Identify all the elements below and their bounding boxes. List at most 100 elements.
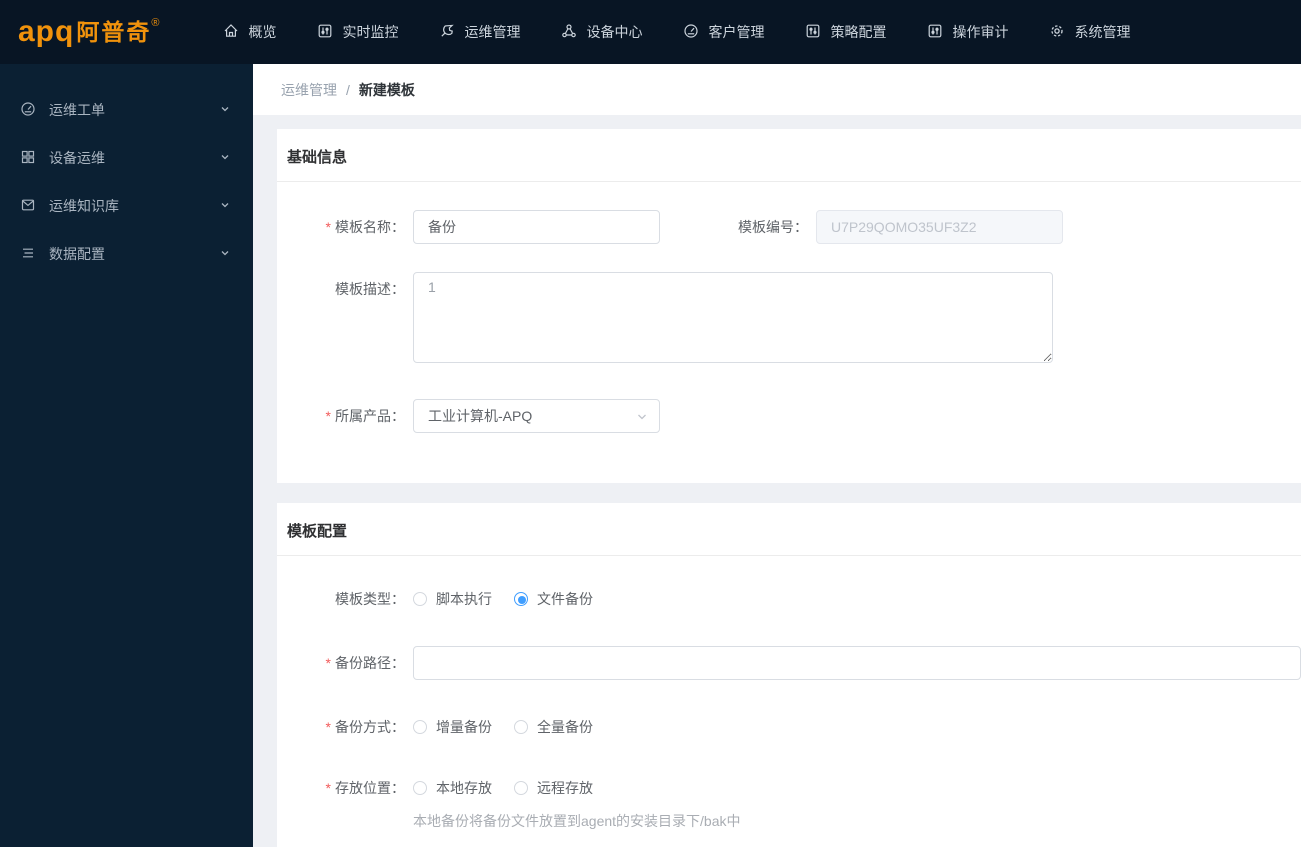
nav-item-label: 操作审计 (952, 24, 1009, 40)
storage-location-radio-group: 本地存放 远程存放 (413, 778, 615, 798)
brand-logo-cn: 阿普奇 (76, 19, 152, 45)
radio-label: 远程存放 (537, 780, 593, 796)
radio-label: 脚本执行 (436, 591, 492, 607)
template-code-label: 模板编号： (738, 219, 808, 235)
main-content: 运维管理 / 新建模板 基础信息 模板名称： 模板编号： 模板描述： 1 所属产 (253, 64, 1301, 847)
sidebar-item-ops-workorder[interactable]: 运维工单 (0, 86, 253, 134)
nav-item-label: 运维管理 (464, 24, 521, 40)
chevron-down-icon (635, 410, 649, 427)
gear-icon (1049, 23, 1065, 42)
sliders-icon (927, 23, 943, 42)
radio-icon (413, 592, 427, 606)
radio-label: 本地存放 (436, 780, 492, 796)
chevron-down-icon (219, 198, 231, 214)
nav-item-label: 策略配置 (830, 24, 887, 40)
sidebar-item-device-ops[interactable]: 设备运维 (0, 134, 253, 182)
template-type-label: 模板类型： (335, 591, 405, 607)
wrench-icon (439, 23, 455, 42)
breadcrumb-current: 新建模板 (358, 81, 415, 98)
gauge-icon (20, 101, 36, 120)
template-desc-label: 模板描述： (335, 281, 405, 297)
nav-item-label: 客户管理 (708, 24, 765, 40)
backup-mode-row: 备份方式： 增量备份 全量备份 (277, 717, 1301, 737)
radio-icon (514, 720, 528, 734)
sliders-icon (805, 23, 821, 42)
nav-item-device-center[interactable]: 设备中心 (561, 0, 642, 64)
breadcrumb-section[interactable]: 运维管理 (281, 80, 337, 100)
product-row: 所属产品： 工业计算机-APQ (277, 399, 1301, 433)
product-select-value: 工业计算机-APQ (428, 408, 533, 424)
template-type-row: 模板类型： 脚本执行 文件备份 (277, 589, 1301, 609)
gauge-icon (683, 23, 699, 42)
radio-full-backup[interactable]: 全量备份 (514, 717, 593, 737)
radio-incremental-backup[interactable]: 增量备份 (413, 717, 492, 737)
backup-path-input[interactable] (413, 646, 1301, 680)
nav-item-system-management[interactable]: 系统管理 (1049, 0, 1130, 64)
breadcrumb: 运维管理 / 新建模板 (253, 64, 1301, 115)
template-desc-row: 模板描述： 1 (277, 272, 1301, 363)
template-config-title: 模板配置 (277, 503, 1301, 556)
device-node-icon (561, 23, 577, 42)
brand-logo-registered-mark: ® (151, 17, 160, 29)
storage-location-label: 存放位置： (277, 778, 405, 798)
chevron-down-icon (219, 150, 231, 166)
template-name-row: 模板名称： 模板编号： (277, 210, 1301, 244)
nav-item-policy-config[interactable]: 策略配置 (805, 0, 886, 64)
nav-item-label: 系统管理 (1074, 24, 1131, 40)
sidebar: 运维工单 设备运维 运维知识库 数据配置 (0, 64, 253, 847)
template-config-card: 模板配置 模板类型： 脚本执行 文件备份 * 备份路径： * 备份方式： 增量备… (277, 503, 1301, 847)
sidebar-item-label: 数据配置 (49, 246, 105, 262)
top-nav-menu: 概览 实时监控 运维管理 设备中心 客户管理 策略配置 操作审计 系统管理 (223, 0, 1130, 64)
radio-label: 文件备份 (537, 591, 593, 607)
nav-item-label: 设备中心 (586, 24, 643, 40)
product-select[interactable]: 工业计算机-APQ (413, 399, 660, 433)
radio-icon (413, 720, 427, 734)
sidebar-item-label: 运维知识库 (49, 198, 119, 214)
nav-item-label: 实时监控 (342, 24, 399, 40)
nav-item-overview[interactable]: 概览 (223, 0, 276, 64)
basic-info-title: 基础信息 (277, 129, 1301, 182)
breadcrumb-separator: / (346, 81, 350, 98)
grid-icon (20, 149, 36, 168)
backup-path-row: 备份路径： (277, 646, 1301, 680)
product-label: 所属产品： (277, 406, 405, 426)
data-list-icon (20, 245, 36, 264)
nav-item-ops-management[interactable]: 运维管理 (439, 0, 520, 64)
template-type-radio-group: 脚本执行 文件备份 (413, 589, 615, 609)
monitor-icon (317, 23, 333, 42)
backup-path-label: 备份路径： (277, 653, 405, 673)
radio-icon (514, 592, 528, 606)
basic-info-card: 基础信息 模板名称： 模板编号： 模板描述： 1 所属产品： 工业计算机-APQ (277, 129, 1301, 483)
chevron-down-icon (219, 246, 231, 262)
radio-label: 全量备份 (537, 719, 593, 735)
home-icon (223, 23, 239, 42)
top-navbar: apq 阿普奇 ® 概览 实时监控 运维管理 设备中心 客户管理 策略配置 操作… (0, 0, 1301, 64)
radio-file-backup[interactable]: 文件备份 (514, 589, 593, 609)
radio-local-storage[interactable]: 本地存放 (413, 778, 492, 798)
template-code-input (816, 210, 1063, 244)
template-name-label: 模板名称： (277, 217, 405, 237)
backup-mode-radio-group: 增量备份 全量备份 (413, 717, 615, 737)
nav-item-operation-audit[interactable]: 操作审计 (927, 0, 1008, 64)
radio-icon (514, 781, 528, 795)
sidebar-item-label: 运维工单 (49, 102, 105, 118)
chevron-down-icon (219, 102, 231, 118)
nav-item-customer-management[interactable]: 客户管理 (683, 0, 764, 64)
radio-script-exec[interactable]: 脚本执行 (413, 589, 492, 609)
local-backup-hint: 本地备份将备份文件放置到agent的安装目录下/bak中 (413, 813, 741, 829)
brand-logo[interactable]: apq 阿普奇 ® (18, 16, 159, 48)
template-name-input[interactable] (413, 210, 660, 244)
sidebar-item-label: 设备运维 (49, 150, 105, 166)
brand-logo-latin: apq (18, 15, 75, 48)
radio-label: 增量备份 (436, 719, 492, 735)
sidebar-item-data-config[interactable]: 数据配置 (0, 230, 253, 278)
knowledge-icon (20, 197, 36, 216)
radio-remote-storage[interactable]: 远程存放 (514, 778, 593, 798)
nav-item-realtime-monitor[interactable]: 实时监控 (317, 0, 398, 64)
backup-mode-label: 备份方式： (277, 717, 405, 737)
template-desc-textarea[interactable]: 1 (413, 272, 1053, 363)
storage-location-row: 存放位置： 本地存放 远程存放 (277, 778, 1301, 798)
nav-item-label: 概览 (248, 24, 277, 40)
radio-icon (413, 781, 427, 795)
sidebar-item-ops-knowledge-base[interactable]: 运维知识库 (0, 182, 253, 230)
